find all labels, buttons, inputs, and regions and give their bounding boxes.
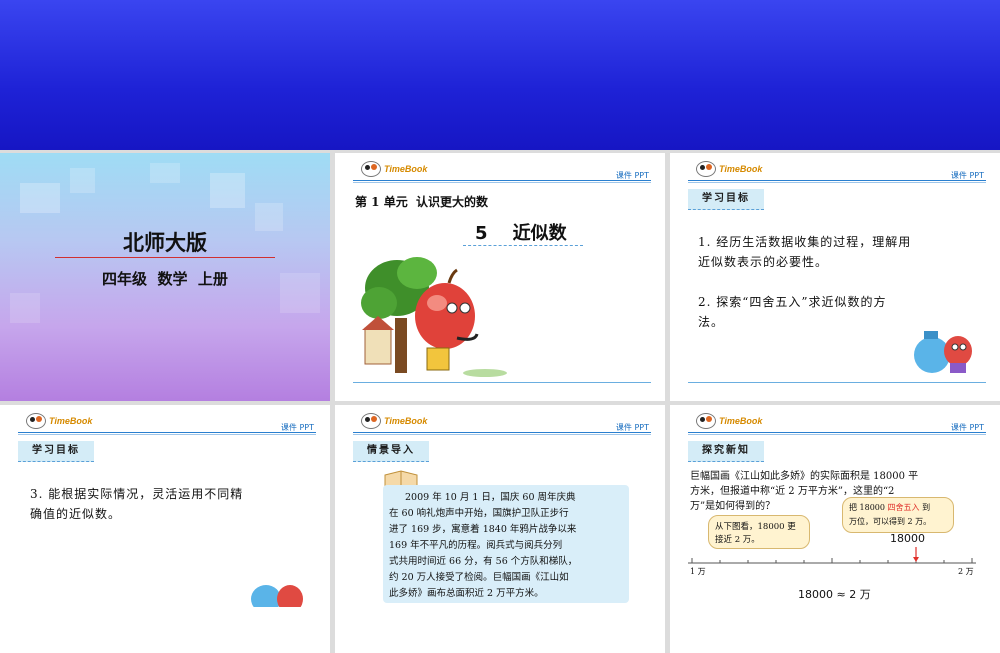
- slide-thumbnail-3[interactable]: TimeBook 课件 PPT 学习目标 1. 经历生活数据收集的过程，理解用 …: [670, 153, 1000, 401]
- bubble-right-text-a: 把 18000: [849, 503, 885, 512]
- goal-2-line-2: 法。: [698, 315, 725, 329]
- question-line-2: 方米，但报道中称“近 2 万平方米”，这里的“2: [690, 486, 895, 497]
- section-badge: 学习目标: [688, 189, 764, 210]
- header-divider: [688, 180, 986, 183]
- bubble-right-line-2: 万位，可以得到 2 万。: [849, 517, 932, 526]
- header-divider: [353, 432, 651, 435]
- scenario-line: 在 60 响礼炮声中开始，国旗护卫队正步行: [389, 508, 569, 519]
- apple-mascot-illustration: [361, 257, 507, 377]
- timebook-logo: TimeBook: [361, 160, 427, 178]
- footer-divider: [353, 382, 651, 383]
- scenario-line: 约 20 万人接受了检阅。巨幅国画《江山如: [389, 572, 569, 583]
- timebook-logo-icon: [26, 413, 46, 429]
- scenario-line: 2009 年 10 月 1 日，国庆 60 周年庆典: [405, 492, 576, 503]
- bubble-left-line-2: 接近 2 万。: [715, 535, 760, 545]
- lesson-underline: [463, 245, 583, 246]
- timebook-logo: TimeBook: [26, 412, 92, 430]
- timebook-logo-icon: [361, 161, 381, 177]
- timebook-logo-icon: [696, 161, 716, 177]
- header-divider: [353, 180, 651, 183]
- timebook-logo: TimeBook: [361, 412, 427, 430]
- top-banner: [0, 0, 1000, 150]
- slide-thumbnail-5[interactable]: TimeBook 课件 PPT 情景导入 2009 年 10 月 1 日，国庆 …: [335, 405, 665, 653]
- scenario-line: 式共用时间近 66 分，有 56 个方队和梯队，: [389, 556, 578, 567]
- goal-3-line-2: 确值的近似数。: [30, 507, 122, 521]
- bubble-right-line-1: 把 18000 四舍五入 到: [849, 502, 930, 513]
- footer-divider: [688, 382, 986, 383]
- unit-title: 第 1 单元 认识更大的数: [355, 195, 489, 209]
- timebook-logo: TimeBook: [696, 160, 762, 178]
- logo-text: TimeBook: [384, 416, 428, 426]
- scenario-line: 169 年不平凡的历程。阅兵式与阅兵分列: [389, 540, 563, 551]
- timebook-logo-icon: [696, 413, 716, 429]
- header-divider: [688, 432, 986, 435]
- scenario-paragraph: 2009 年 10 月 1 日，国庆 60 周年庆典在 60 响礼炮声中开始，国…: [389, 490, 629, 602]
- title-underline: [55, 257, 275, 258]
- logo-text: TimeBook: [384, 164, 428, 174]
- section-badge: 学习目标: [18, 441, 94, 462]
- number-line: [688, 547, 976, 564]
- question-line-1: 巨幅国画《江山如此多娇》的实际面积是 18000 平: [690, 471, 919, 482]
- publisher-title: 北师大版: [123, 231, 207, 255]
- goal-2-line-1: 2. 探索“四舍五入”求近似数的方: [698, 295, 887, 309]
- timebook-logo-icon: [361, 413, 381, 429]
- bubble-left-line-1: 从下图看，18000 更: [715, 522, 796, 532]
- slide-thumbnail-4[interactable]: TimeBook 课件 PPT 学习目标 3. 能根据实际情况，灵活运用不同精 …: [0, 405, 330, 653]
- logo-text: TimeBook: [719, 416, 763, 426]
- speech-bubble-left: 从下图看，18000 更 接近 2 万。: [708, 515, 810, 549]
- goal-1-line-1: 1. 经历生活数据收集的过程，理解用: [698, 235, 912, 249]
- header-divider: [18, 432, 316, 435]
- logo-text: TimeBook: [719, 164, 763, 174]
- mascot-bag-illustration: [251, 585, 303, 607]
- bubble-right-text-b: 到: [922, 503, 931, 512]
- timebook-logo: TimeBook: [696, 412, 762, 430]
- rounding-highlight: 四舍五入: [887, 503, 920, 512]
- goal-3-line-1: 3. 能根据实际情况，灵活运用不同精: [30, 487, 244, 501]
- question-line-3: 万”是如何得到的？: [690, 501, 776, 512]
- speech-bubble-right: 把 18000 四舍五入 到 万位，可以得到 2 万。: [842, 497, 954, 533]
- grade-subject-label: 四年级 数学 上册: [102, 270, 228, 288]
- slide-thumbnail-2[interactable]: TimeBook 课件 PPT 第 1 单元 认识更大的数 5 近似数: [335, 153, 665, 401]
- slide-thumbnail-6[interactable]: TimeBook 课件 PPT 探究新知 巨幅国画《江山如此多娇》的实际面积是 …: [670, 405, 1000, 653]
- goal-1-line-2: 近似数表示的必要性。: [698, 255, 829, 269]
- axis-start-label: 1 万: [690, 567, 706, 576]
- logo-text: TimeBook: [49, 416, 93, 426]
- mascot-bag-illustration: [914, 331, 972, 373]
- slide-thumbnail-1[interactable]: 北师大版 四年级 数学 上册: [0, 153, 330, 401]
- marker-value-label: 18000: [890, 532, 925, 545]
- scenario-line: 进了 169 步，寓意着 1840 年鸦片战争以来: [389, 524, 577, 535]
- section-badge: 情景导入: [353, 441, 429, 462]
- lesson-title: 5 近似数: [475, 223, 567, 244]
- axis-end-label: 2 万: [958, 567, 974, 576]
- section-badge: 探究新知: [688, 441, 764, 462]
